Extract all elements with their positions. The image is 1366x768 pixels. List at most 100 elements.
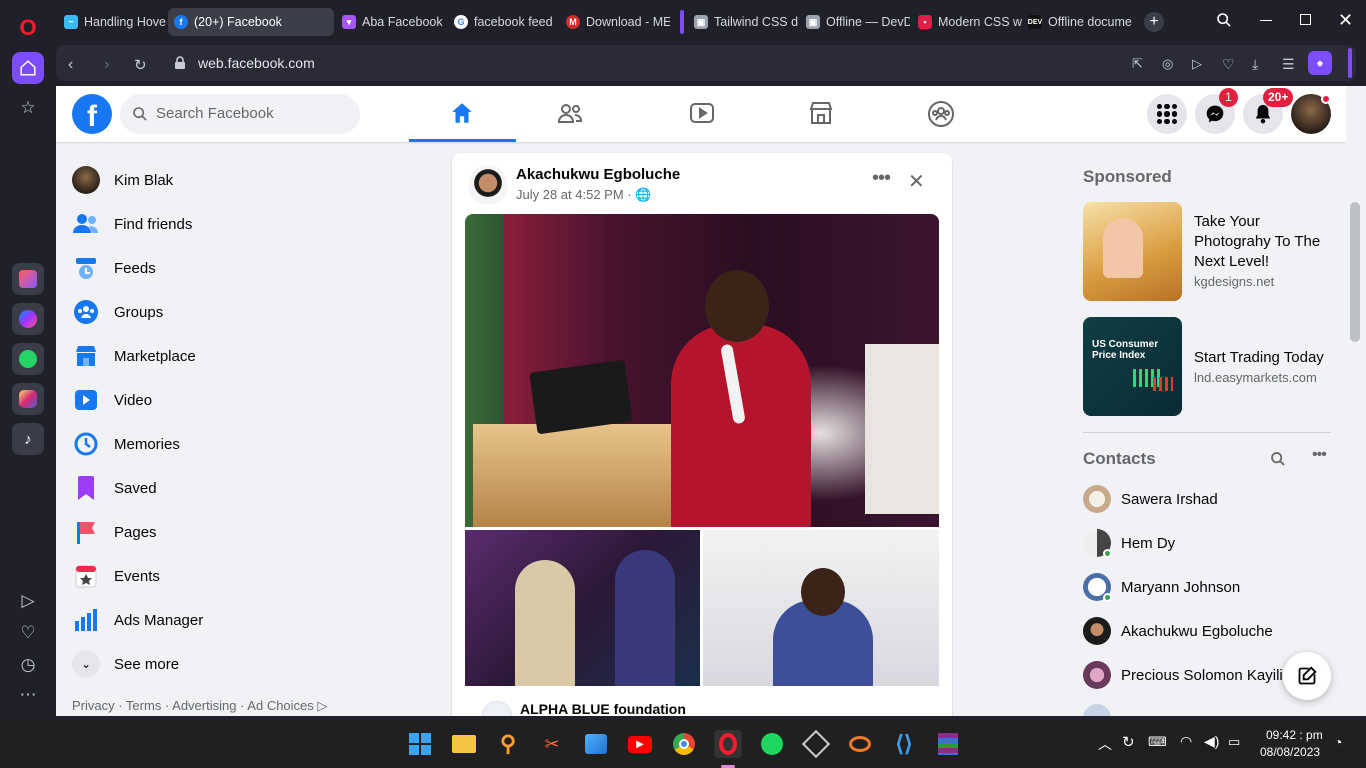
messenger-icon[interactable] — [12, 303, 44, 335]
left-nav-events[interactable]: Events — [72, 558, 160, 594]
whatsapp-icon[interactable] — [12, 343, 44, 375]
search-box[interactable]: Search Facebook — [120, 94, 360, 134]
reload-icon[interactable]: ↻ — [134, 56, 147, 74]
share-icon[interactable]: ⇱ — [1132, 56, 1143, 72]
nav-watch[interactable] — [689, 101, 715, 130]
blender-icon[interactable] — [846, 730, 874, 758]
post-main-photo[interactable] — [465, 214, 939, 527]
tab-facebook-feed[interactable]: Gfacebook feed — [448, 8, 560, 36]
notifications-button[interactable]: 20+ — [1243, 88, 1294, 134]
vscode-icon[interactable]: ⟨⟩ — [890, 730, 918, 758]
search-input[interactable]: Search Facebook — [156, 105, 274, 122]
easy-setup-icon[interactable]: ☰ — [1282, 56, 1295, 73]
file-explorer-icon[interactable] — [450, 730, 478, 758]
contact-item[interactable]: Maryann Johnson — [1083, 569, 1240, 605]
tab-modern-css[interactable]: ▪ Modern CSS wi — [912, 8, 1022, 36]
clock-date[interactable]: 08/08/2023 — [1260, 745, 1320, 759]
nav-friends[interactable] — [556, 100, 584, 131]
contact-item[interactable]: Hem Dy — [1083, 525, 1175, 561]
tab-facebook[interactable]: f (20+) Facebook — [168, 8, 334, 36]
opera-taskbar-icon[interactable] — [714, 730, 742, 758]
tab-aba-facebook[interactable]: ▾ Aba Facebook — [336, 8, 448, 36]
post-author-avatar[interactable] — [468, 165, 508, 205]
menu-button[interactable] — [1147, 94, 1187, 134]
tab-search-icon[interactable] — [1216, 12, 1232, 33]
tab-download[interactable]: M Download - ME — [560, 8, 670, 36]
page-scrollbar[interactable] — [1346, 86, 1366, 716]
nav-groups[interactable] — [927, 100, 955, 133]
tab-offline-devd[interactable]: ▣ Offline — DevD — [800, 8, 910, 36]
left-nav-video[interactable]: Video — [72, 382, 152, 418]
left-nav-saved[interactable]: Saved — [72, 470, 157, 506]
shared-page-name[interactable]: ALPHA BLUE foundation — [520, 701, 686, 716]
post-timestamp[interactable]: July 28 at 4:52 PM · 🌐 — [516, 187, 651, 203]
post-photo-3[interactable] — [703, 530, 939, 686]
star-icon[interactable]: ☆ — [12, 92, 44, 124]
profile-button[interactable]: ● — [1308, 51, 1332, 75]
back-icon[interactable]: ‹ — [68, 56, 73, 74]
tray-chevron-icon[interactable]: ︿ — [1098, 734, 1112, 754]
post-photo-2[interactable] — [465, 530, 700, 686]
maximize-button[interactable] — [1300, 14, 1311, 25]
shared-page-avatar[interactable] — [482, 701, 512, 716]
left-nav-groups[interactable]: Groups — [72, 294, 163, 330]
minimize-button[interactable] — [1260, 20, 1272, 21]
heart-icon[interactable]: ♡ — [12, 617, 44, 649]
nav-marketplace[interactable] — [808, 100, 834, 131]
unity-icon[interactable] — [801, 729, 831, 759]
post-options-icon[interactable]: ••• — [872, 167, 891, 190]
winrar-icon[interactable] — [934, 730, 962, 758]
left-nav-see-more[interactable]: ⌄ See more — [72, 646, 179, 682]
windows-start-icon[interactable] — [406, 730, 434, 758]
tab-tailwind-css[interactable]: ▣ Tailwind CSS do — [688, 8, 798, 36]
footer-links[interactable]: Privacy · Terms · Advertising · Ad Choic… — [72, 698, 327, 714]
contacts-options-icon[interactable]: ••• — [1312, 446, 1327, 464]
ad-photography[interactable]: Take Your Photograhy To The Next Level! … — [1083, 202, 1333, 302]
youtube-icon[interactable]: ▶ — [626, 730, 654, 758]
left-nav-marketplace[interactable]: Marketplace — [72, 338, 196, 374]
snipping-tool-icon[interactable]: ✂ — [538, 730, 566, 758]
player-icon[interactable]: ▷ — [12, 585, 44, 617]
volume-icon[interactable]: ◀) — [1204, 733, 1219, 750]
notification-center-icon[interactable]: ◔ — [1334, 734, 1342, 750]
left-nav-profile[interactable]: Kim Blak — [72, 162, 173, 198]
heart-icon[interactable]: ♡ — [1222, 56, 1235, 73]
opera-logo-icon[interactable]: O — [12, 12, 44, 44]
forward-icon[interactable]: › — [104, 56, 109, 74]
keyboard-icon[interactable]: ⌨ — [1148, 734, 1167, 750]
scrollbar-thumb[interactable] — [1350, 202, 1360, 342]
close-window-button[interactable]: ✕ — [1338, 10, 1353, 31]
left-nav-feeds[interactable]: Feeds — [72, 250, 156, 286]
home-icon[interactable] — [12, 52, 44, 84]
tiktok-icon[interactable]: ♪ — [12, 423, 44, 455]
contact-item[interactable]: Precious Solomon Kayili — [1083, 657, 1283, 693]
wifi-icon[interactable]: ◠ — [1180, 733, 1192, 750]
download-icon[interactable]: ⤓ — [1252, 56, 1258, 73]
spotify-icon[interactable] — [758, 730, 786, 758]
contact-item[interactable]: Akachukwu Egboluche — [1083, 613, 1273, 649]
send-icon[interactable]: ▷ — [1192, 56, 1202, 72]
aria-icon[interactable] — [12, 263, 44, 295]
ad-trading[interactable]: US Consumer Price Index Start Trading To… — [1083, 317, 1333, 417]
instagram-icon[interactable] — [12, 383, 44, 415]
new-tab-button[interactable]: + — [1144, 12, 1164, 32]
sync-icon[interactable]: ↻ — [1122, 733, 1135, 751]
left-nav-find-friends[interactable]: Find friends — [72, 206, 192, 242]
clock-time[interactable]: 09:42 : pm — [1266, 728, 1323, 742]
contact-item[interactable]: Sawera Irshad — [1083, 481, 1218, 517]
contacts-search-icon[interactable] — [1270, 451, 1286, 472]
tab-handling-hover[interactable]: ~ Handling Hover — [58, 8, 166, 36]
url-input[interactable]: web.facebook.com — [198, 55, 315, 71]
contact-item-partial[interactable] — [1083, 704, 1111, 716]
left-nav-pages[interactable]: Pages — [72, 514, 157, 550]
messenger-button[interactable]: 1 — [1195, 88, 1238, 134]
battery-icon[interactable]: ▭ — [1228, 734, 1240, 750]
close-icon[interactable]: ✕ — [908, 169, 925, 194]
tab-offline-docs[interactable]: DEV Offline docume — [1022, 8, 1138, 36]
search-app-icon[interactable]: ⚲ — [494, 730, 522, 758]
camera-icon[interactable]: ◎ — [1162, 56, 1173, 72]
nav-home[interactable] — [409, 86, 516, 142]
chrome-icon[interactable] — [670, 730, 698, 758]
media-icon[interactable] — [582, 730, 610, 758]
post-author-name[interactable]: Akachukwu Egboluche — [516, 166, 680, 183]
